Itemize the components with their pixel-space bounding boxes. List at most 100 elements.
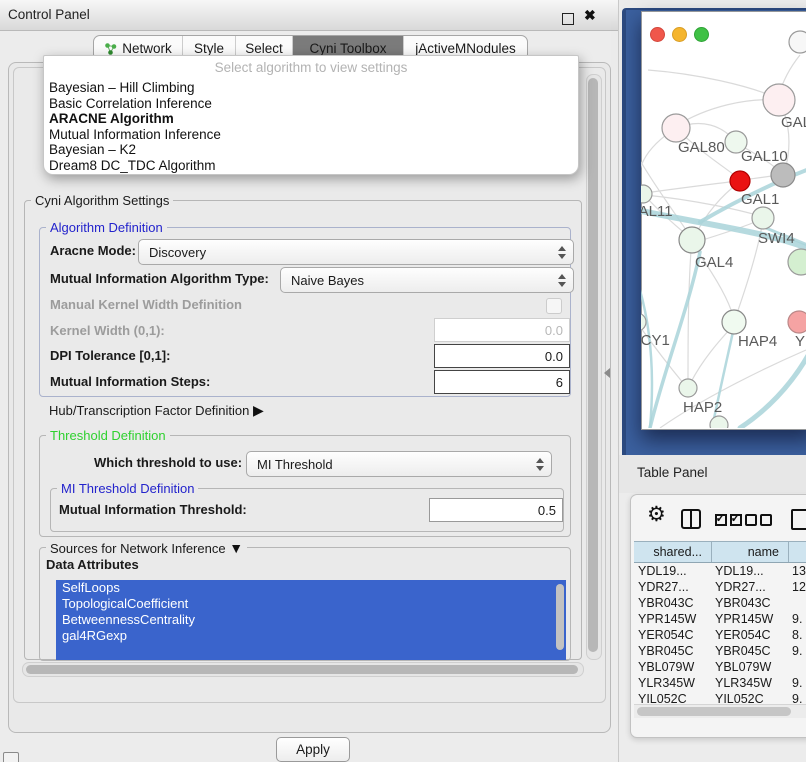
cyni-algorithm-settings-title: Cyni Algorithm Settings [31, 193, 173, 208]
algorithm-option-mutual-information-inference[interactable]: Mutual Information Inference [44, 127, 578, 143]
column-header-hidden[interactable] [788, 542, 806, 562]
network-node-gal1[interactable] [752, 207, 774, 229]
table-cell: 12 [788, 579, 806, 595]
table-cell [788, 595, 806, 611]
table-cell: 9. [788, 611, 806, 627]
network-edge [676, 100, 776, 126]
algorithm-option-basic-correlation-inference[interactable]: Basic Correlation Inference [44, 96, 578, 112]
table-row[interactable]: YDL19...YDL19...13 [634, 563, 806, 579]
close-icon[interactable]: ✖ [584, 6, 596, 24]
network-edge [688, 250, 691, 384]
table-cell: YBR045C [711, 643, 788, 659]
network-node-hap2[interactable] [679, 379, 697, 397]
column-header-shared[interactable]: shared... [634, 542, 711, 562]
network-node-pink-right[interactable] [788, 311, 806, 333]
app-root: Control Panel ✖ NetworkStyleSelectCyni T… [0, 0, 806, 762]
node-label-pink-right: Y [795, 333, 805, 350]
network-node-gal11[interactable] [641, 185, 652, 203]
mi-steps-value: 6 [556, 375, 563, 390]
data-attributes-list[interactable]: SelfLoopsTopologicalCoefficientBetweenne… [56, 580, 566, 660]
cyni-algorithm-settings-group: Cyni Algorithm Settings Algorithm Defini… [24, 200, 582, 660]
algorithm-option-bayesian-k2[interactable]: Bayesian – K2 [44, 142, 578, 158]
select-all-checkboxes-icon[interactable] [713, 511, 743, 529]
tab-label: Style [194, 41, 224, 56]
table-horizontal-thumb[interactable] [637, 707, 791, 716]
sources-title[interactable]: Sources for Network Inference ▼ [46, 540, 247, 556]
mi-threshold-input[interactable]: 0.5 [429, 498, 563, 522]
attribute-gal4rgexp[interactable]: gal4RGexp [56, 628, 566, 644]
sources-title-text: Sources for Network Inference [50, 541, 226, 556]
table-row[interactable]: YDR27...YDR27...12 [634, 579, 806, 595]
table-cell: YLR345W [634, 675, 711, 691]
table-row[interactable]: YER054CYER054C8. [634, 627, 806, 643]
attributes-scrollbar-thumb[interactable] [556, 584, 564, 650]
table-row[interactable]: YPR145WYPR145W9. [634, 611, 806, 627]
dpi-tolerance-input[interactable]: 0.0 [434, 344, 570, 368]
apply-button[interactable]: Apply [276, 737, 350, 762]
table-cell: 9. [788, 691, 806, 703]
table-row[interactable]: YBR043CYBR043C [634, 595, 806, 611]
algorithm-option-bayesian-hill-climbing[interactable]: Bayesian – Hill Climbing [44, 80, 578, 96]
float-window-icon[interactable] [562, 13, 574, 25]
algorithm-dropdown-popup: Select algorithm to view settings Bayesi… [43, 55, 579, 175]
attribute-partial-row[interactable] [56, 644, 566, 660]
attribute-selfloops[interactable]: SelfLoops [56, 580, 566, 596]
aracne-mode-label: Aracne Mode: [50, 242, 136, 260]
network-node-red-node[interactable] [730, 171, 750, 191]
table-row[interactable]: YLR345WYLR345W9. [634, 675, 806, 691]
settings-gear-icon[interactable]: ⚙ [647, 504, 666, 525]
node-table[interactable]: shared...nameYDL19...YDL19...13YDR27...Y… [634, 541, 806, 703]
network-canvas[interactable]: GALGAL80GAL10GAL1GAL11GAL4SWI4GCY1HAP4YH… [641, 11, 806, 428]
column-header-name[interactable]: name [711, 542, 788, 562]
dropdown-items: Bayesian – Hill ClimbingBasic Correlatio… [44, 80, 578, 174]
network-node-partial-bottom[interactable] [710, 416, 728, 428]
table-cell: YIL052C [634, 691, 711, 703]
network-node-hap4[interactable] [722, 310, 746, 334]
table-row[interactable]: YBL079WYBL079W [634, 659, 806, 675]
apply-button-label: Apply [296, 742, 330, 757]
panel-divider-grip[interactable] [604, 368, 610, 378]
threshold-definition-title: Threshold Definition [46, 428, 170, 443]
algorithm-option-dream8-dc-tdc-algorithm[interactable]: Dream8 DC_TDC Algorithm [44, 158, 578, 174]
aracne-mode-combo[interactable]: Discovery [138, 239, 574, 265]
tab-label: Network [122, 41, 172, 56]
network-node-gal80[interactable] [662, 114, 690, 142]
dock-icon[interactable] [3, 752, 19, 762]
node-label-gal-partial: GAL [781, 114, 806, 131]
settings-horizontal-thumb[interactable] [26, 665, 578, 674]
table-horizontal-scrollbar[interactable] [634, 704, 806, 718]
aracne-mode-value: Discovery [149, 245, 206, 260]
table-panel-title: Table Panel [637, 465, 708, 480]
table-cell: 13 [788, 563, 806, 579]
mi-type-label: Mutual Information Algorithm Type: [50, 270, 269, 288]
network-node-gray-node[interactable] [771, 163, 795, 187]
kernel-width-input[interactable]: 0.0 [434, 318, 570, 342]
expanded-triangle-icon: ▼ [229, 540, 243, 556]
settings-vertical-scrollbar[interactable] [586, 74, 602, 660]
algorithm-option-aracne-algorithm[interactable]: ARACNE Algorithm [44, 111, 578, 127]
network-node-swi4[interactable] [788, 249, 806, 275]
network-node-gal-partial[interactable] [763, 84, 795, 116]
combo-arrows-icon [558, 274, 567, 287]
column-layout-icon[interactable] [681, 509, 701, 529]
dpi-tolerance-value: 0.0 [545, 349, 563, 364]
attribute-betweennesscentrality[interactable]: BetweennessCentrality [56, 612, 566, 628]
node-label-gal10: GAL10 [741, 148, 788, 165]
which-threshold-combo[interactable]: MI Threshold [246, 451, 552, 477]
settings-horizontal-scrollbar[interactable] [22, 662, 584, 677]
table-row[interactable]: YBR045CYBR045C9. [634, 643, 806, 659]
which-threshold-value: MI Threshold [257, 457, 333, 472]
mi-steps-input[interactable]: 6 [434, 370, 570, 394]
attribute-topologicalcoefficient[interactable]: TopologicalCoefficient [56, 596, 566, 612]
deselect-all-checkboxes-icon[interactable] [743, 511, 773, 529]
mi-type-combo[interactable]: Naive Bayes [280, 267, 574, 293]
table-document-icon[interactable] [791, 509, 806, 530]
network-node-gal4[interactable] [679, 227, 705, 253]
table-row[interactable]: YIL052CYIL052C9. [634, 691, 806, 703]
network-node-partial-top[interactable] [789, 31, 806, 53]
settings-vertical-thumb[interactable] [588, 78, 598, 652]
node-label-gal80: GAL80 [678, 139, 725, 156]
tab-label: Select [245, 41, 283, 56]
manual-kernel-checkbox[interactable] [546, 298, 562, 314]
hub-section-toggle[interactable]: Hub/Transcription Factor Definition ▶ [49, 401, 264, 420]
